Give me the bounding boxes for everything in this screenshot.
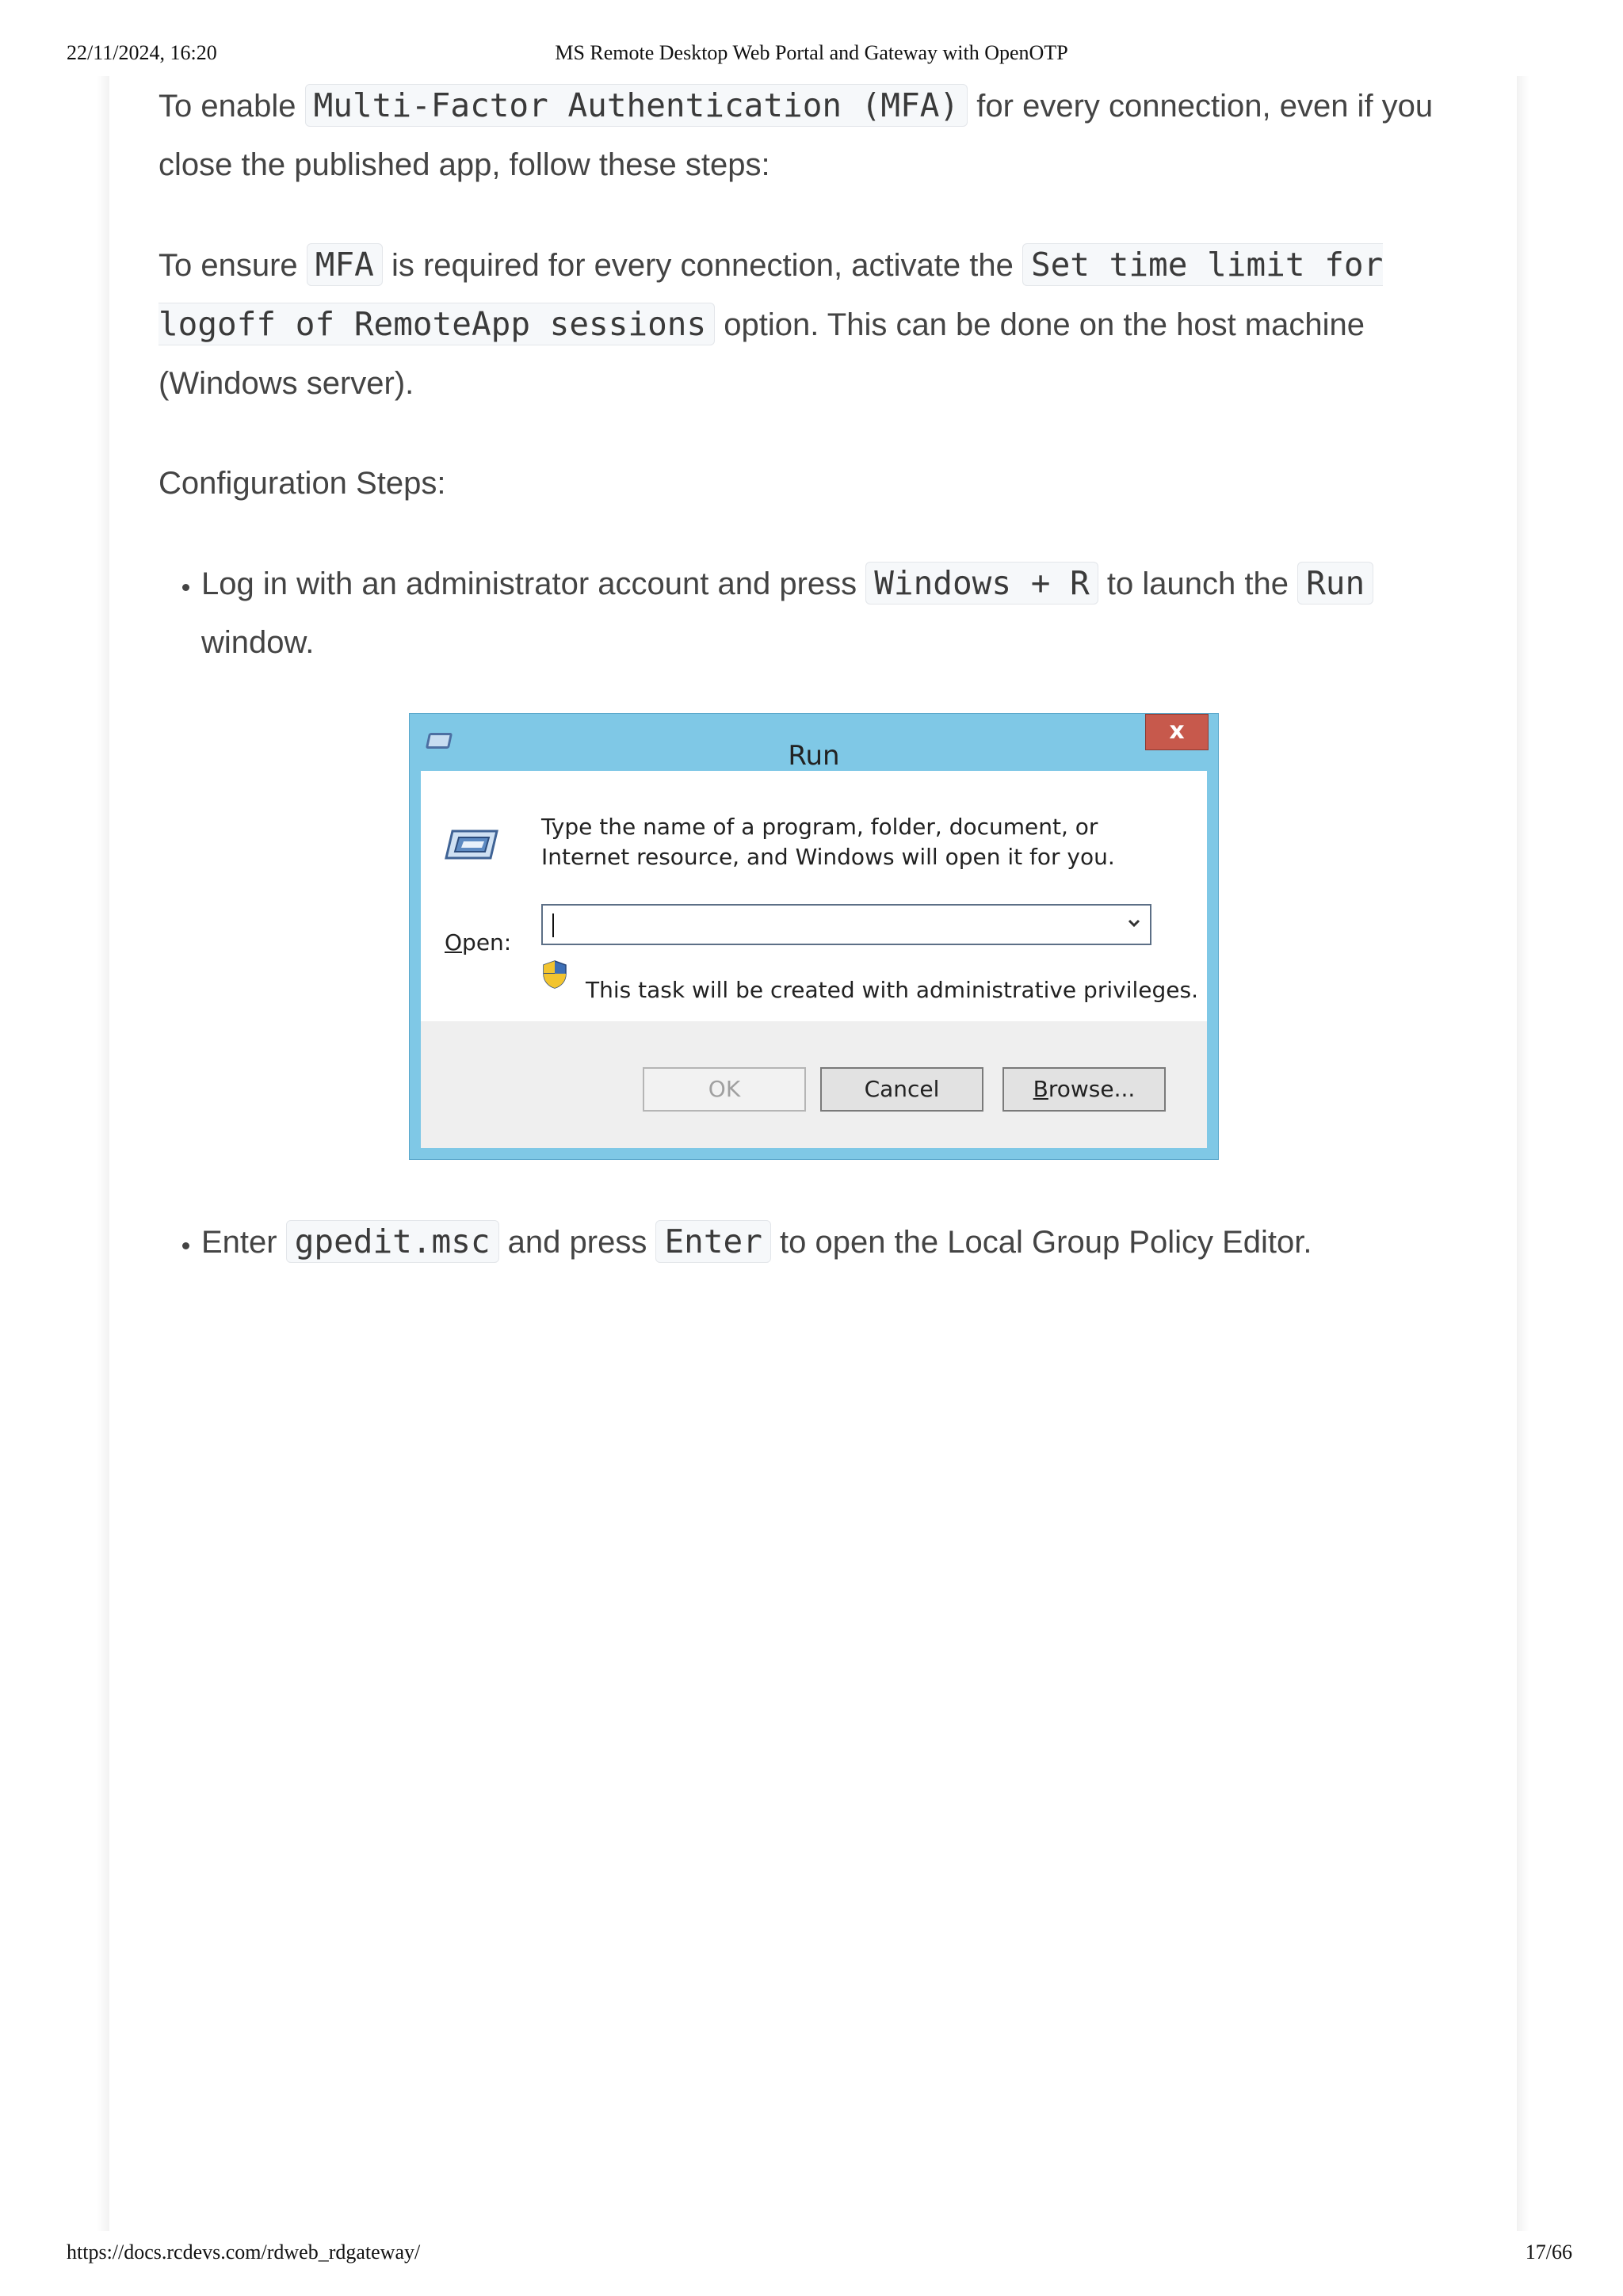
- print-url: https://docs.rcdevs.com/rdweb_rdgateway/: [67, 2241, 421, 2264]
- uac-shield-icon: [543, 960, 567, 989]
- mfa-paragraph: To ensure MFA is required for every conn…: [158, 235, 1458, 413]
- text-caret: [552, 913, 554, 937]
- step-item: Log in with an administrator account and…: [201, 554, 1458, 672]
- run-dialog-body: Type the name of a program, folder, docu…: [421, 771, 1207, 1148]
- page-edge-shadow: [97, 76, 109, 2231]
- configuration-steps-heading: Configuration Steps:: [158, 466, 446, 501]
- print-page-number: 17/66: [1525, 2241, 1572, 2264]
- run-dialog-button-bar: OK Cancel Browse...: [421, 1021, 1207, 1148]
- inline-code: MFA: [306, 243, 383, 286]
- close-icon[interactable]: x: [1145, 714, 1209, 750]
- open-label: Open:: [445, 929, 512, 955]
- chevron-down-icon[interactable]: [1126, 915, 1142, 931]
- run-dialog-titlebar: Run x: [410, 714, 1218, 772]
- cancel-button[interactable]: Cancel: [820, 1067, 983, 1112]
- page-edge-shadow: [1517, 76, 1529, 2231]
- inline-code: Enter: [655, 1220, 771, 1263]
- steps-list: Enter gpedit.msc and press Enter to open…: [158, 1212, 1458, 1272]
- intro-paragraph: To enable Multi-Factor Authentication (M…: [158, 76, 1458, 194]
- admin-privileges-note: This task will be created with administr…: [586, 977, 1198, 1003]
- inline-code: Windows + R: [865, 562, 1098, 605]
- run-program-icon: [445, 830, 498, 860]
- print-footer: https://docs.rcdevs.com/rdweb_rdgateway/…: [0, 2241, 1623, 2269]
- step-item: Enter gpedit.msc and press Enter to open…: [201, 1212, 1458, 1272]
- browse-button[interactable]: Browse...: [1002, 1067, 1166, 1112]
- inline-code: Multi-Factor Authentication (MFA): [304, 84, 968, 127]
- inline-code: Run: [1297, 562, 1374, 605]
- run-dialog-figure: Run x Type the name of a program, folder…: [158, 713, 1458, 1165]
- inline-code: gpedit.msc: [285, 1220, 499, 1263]
- ok-button[interactable]: OK: [643, 1067, 806, 1112]
- run-dialog-main: Type the name of a program, folder, docu…: [421, 771, 1207, 1021]
- steps-list: Log in with an administrator account and…: [158, 554, 1458, 672]
- run-dialog: Run x Type the name of a program, folder…: [409, 713, 1219, 1160]
- article-content: To enable Multi-Factor Authentication (M…: [158, 76, 1458, 1272]
- print-header: 22/11/2024, 16:20 MS Remote Desktop Web …: [0, 41, 1623, 70]
- print-page-title: MS Remote Desktop Web Portal and Gateway…: [555, 41, 1068, 64]
- run-dialog-description: Type the name of a program, folder, docu…: [541, 814, 1115, 870]
- open-combobox[interactable]: [541, 904, 1151, 945]
